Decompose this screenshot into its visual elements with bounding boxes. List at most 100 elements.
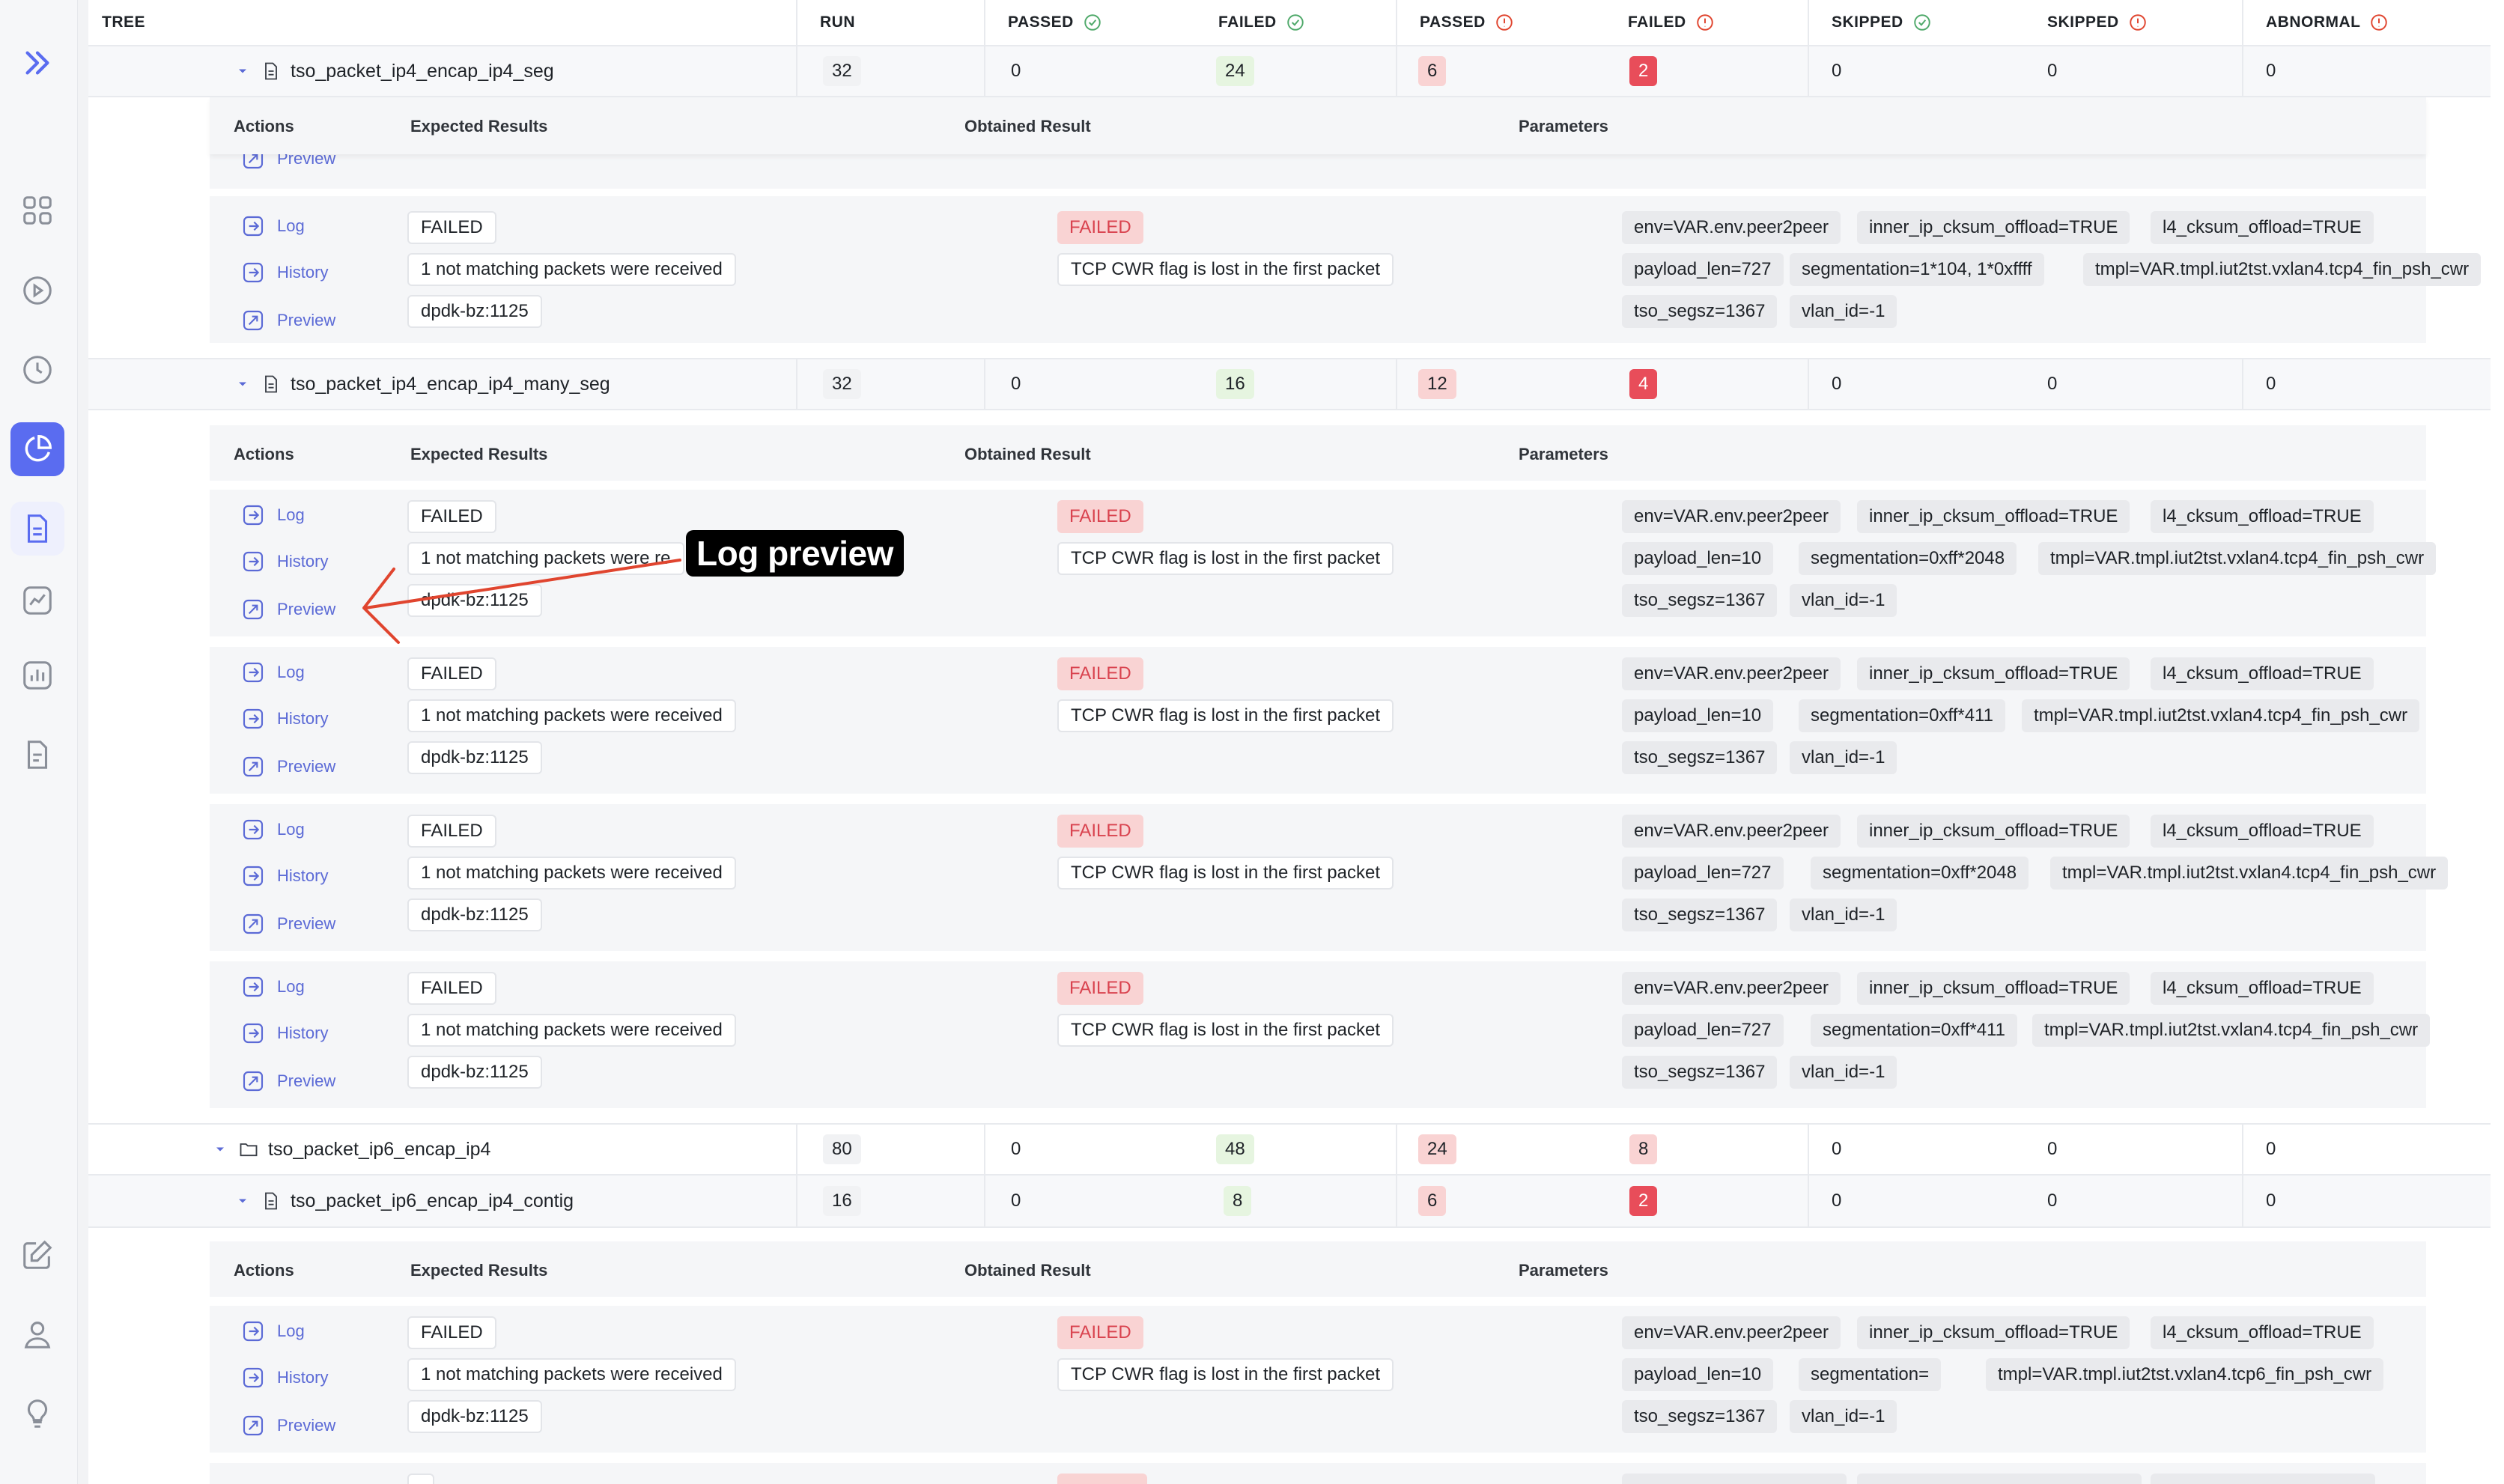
panel-header: Actions Expected Results Obtained Result…: [210, 425, 2426, 481]
param-tag: env=VAR.env.peer2peer: [1622, 972, 1841, 1005]
history-icon: [243, 866, 264, 887]
preview-action[interactable]: Preview: [241, 597, 335, 621]
param-tag: tso_segsz=1367: [1622, 1056, 1778, 1089]
tree-node[interactable]: tso_packet_ip4_encap_ip4_many_seg: [235, 359, 610, 409]
history-icon: [243, 551, 264, 572]
skipped-unexpected-cell: 0: [2047, 1190, 2058, 1211]
report-icon: [27, 741, 48, 769]
table-row[interactable]: tso_packet_ip4_encap_ip4_seg 32 0 24 6 2…: [88, 46, 2491, 97]
passed-expected-cell: 0: [984, 1176, 1021, 1226]
obtained-status: FAILED: [1057, 500, 1143, 533]
param-tag: tmpl=VAR.tmpl.iut2tst.vxlan4.tcp4_fin_ps…: [2032, 1014, 2431, 1047]
sidebar-item-stats[interactable]: [10, 648, 64, 702]
result-row-clipped: [210, 1463, 2426, 1484]
history-action[interactable]: History: [241, 864, 328, 888]
param-tag: tso_segsz=1367: [1622, 1400, 1778, 1433]
expected-key: dpdk-bz:1125: [407, 898, 542, 931]
node-name: tso_packet_ip4_encap_ip4_seg: [291, 60, 554, 82]
table-row[interactable]: tso_packet_ip4_encap_ip4_many_seg 32 0 1…: [88, 358, 2491, 410]
chevron-down-icon[interactable]: [235, 64, 250, 79]
expected-verdict: 1 not matching packets were received: [407, 1014, 736, 1047]
sidebar-item-tips[interactable]: [10, 1387, 64, 1441]
preview-action[interactable]: Preview: [241, 1414, 335, 1438]
expected-verdict: 1 not matching packets were received: [407, 1358, 736, 1391]
passed-unexpected-cell: 6: [1396, 46, 1447, 96]
tree-node[interactable]: tso_packet_ip4_encap_ip4_seg: [235, 46, 554, 96]
param-tag: payload_len=10: [1622, 699, 1774, 732]
log-action[interactable]: Log: [241, 214, 305, 238]
log-action[interactable]: Log: [241, 503, 305, 527]
param-tag: segmentation=1*104, 1*0xffff: [1790, 253, 2044, 286]
expected-key: dpdk-bz:1125: [407, 1400, 542, 1433]
param-tag: inner_ip_cksum_offload=TRUE: [1857, 972, 2130, 1005]
history-action[interactable]: History: [241, 550, 328, 574]
run-count[interactable]: 32: [823, 56, 861, 86]
sidebar-item-reports[interactable]: [10, 728, 64, 782]
file-icon: [265, 62, 277, 80]
obtained-verdict: TCP CWR flag is lost in the first packet: [1057, 1358, 1394, 1391]
table-header: TREE RUN PASSED FAILED PASSED FAILED SKI…: [88, 0, 2491, 46]
preview-action[interactable]: Preview: [241, 912, 335, 936]
preview-action[interactable]: Preview: [241, 1069, 335, 1093]
history-action[interactable]: History: [241, 261, 328, 285]
passed-unexpected-cell: 12: [1396, 359, 1456, 409]
col-run: RUN: [796, 0, 855, 45]
abnormal-cell: 0: [2242, 1176, 2276, 1226]
passed-expected-cell: 0: [984, 46, 1021, 96]
table-row[interactable]: tso_packet_ip6_encap_ip4 80 0 48 24 8 0 …: [88, 1123, 2491, 1176]
edit-icon: [23, 1240, 52, 1269]
log-action[interactable]: Log: [241, 818, 305, 842]
param-tag: segmentation=: [1799, 1358, 1942, 1391]
tree-node[interactable]: tso_packet_ip6_encap_ip4_contig: [235, 1176, 574, 1226]
history-action[interactable]: History: [241, 1021, 328, 1045]
log-action[interactable]: Log: [241, 975, 305, 999]
run-cell: 32: [796, 46, 861, 96]
table-row[interactable]: tso_packet_ip6_encap_ip4_contig 16 0 8 6…: [88, 1176, 2491, 1228]
obtained-status: FAILED: [1057, 657, 1143, 690]
skipped-expected-cell: 0: [1808, 359, 1841, 409]
param-tag: payload_len=727: [1622, 1014, 1784, 1047]
sidebar-item-runs[interactable]: [10, 264, 64, 317]
bar-chart-icon: [23, 661, 52, 690]
param-tag: vlan_id=-1: [1790, 1056, 1897, 1089]
obtained-status: FAILED: [1057, 815, 1143, 848]
history-action[interactable]: History: [241, 707, 328, 731]
preview-action[interactable]: Preview: [241, 308, 335, 332]
history-action[interactable]: History: [241, 1366, 328, 1390]
sidebar-item-user[interactable]: [10, 1307, 64, 1361]
chevron-down-icon[interactable]: [235, 377, 250, 392]
log-icon: [243, 819, 264, 840]
tree-node[interactable]: tso_packet_ip6_encap_ip4: [213, 1125, 490, 1174]
obtained-verdict: TCP CWR flag is lost in the first packet: [1057, 1014, 1394, 1047]
sidebar-item-history[interactable]: [10, 343, 64, 397]
obtained-status: FAILED: [1057, 1316, 1143, 1349]
result-row: Log History Preview FAILED 1 not matchin…: [210, 1306, 2426, 1453]
param-tag: env=VAR.env.peer2peer: [1622, 815, 1841, 848]
col-skipped-unexpected: SKIPPED: [2047, 0, 2148, 45]
passed-unexpected-cell: 24: [1396, 1125, 1456, 1174]
expected-key: dpdk-bz:1125: [407, 584, 542, 617]
obtained-verdict: TCP CWR flag is lost in the first packet: [1057, 857, 1394, 890]
expected-status: FAILED: [407, 500, 496, 533]
chevron-down-icon[interactable]: [213, 1142, 228, 1157]
preview-icon: [243, 310, 264, 331]
param-tag: tmpl=VAR.tmpl.iut2tst.vxlan4.tcp6_fin_ps…: [1986, 1358, 2384, 1391]
param-tag: vlan_id=-1: [1790, 584, 1897, 617]
skipped-unexpected-cell: 0: [2047, 61, 2058, 81]
preview-action[interactable]: Preview: [241, 755, 335, 779]
sidebar-item-log[interactable]: [10, 502, 64, 556]
trend-icon: [23, 586, 52, 615]
log-action[interactable]: Log: [241, 660, 305, 684]
sidebar-item-results[interactable]: [10, 422, 64, 476]
log-action[interactable]: Log: [241, 1319, 305, 1343]
results-tree-table: TREE RUN PASSED FAILED PASSED FAILED SKI…: [88, 0, 2504, 1484]
passed-unexpected-cell: 6: [1396, 1176, 1447, 1226]
passed-expected-cell: 0: [984, 1125, 1021, 1174]
param-tag: l4_cksum_offload=TRUE: [2151, 211, 2374, 244]
expand-sidebar-button[interactable]: [10, 36, 64, 90]
chevron-down-icon[interactable]: [235, 1193, 250, 1208]
skipped-unexpected-cell: 0: [2047, 1139, 2058, 1159]
sidebar-item-trends[interactable]: [10, 574, 64, 627]
sidebar-item-edit[interactable]: [10, 1228, 64, 1282]
sidebar-item-dashboard[interactable]: [10, 183, 64, 237]
